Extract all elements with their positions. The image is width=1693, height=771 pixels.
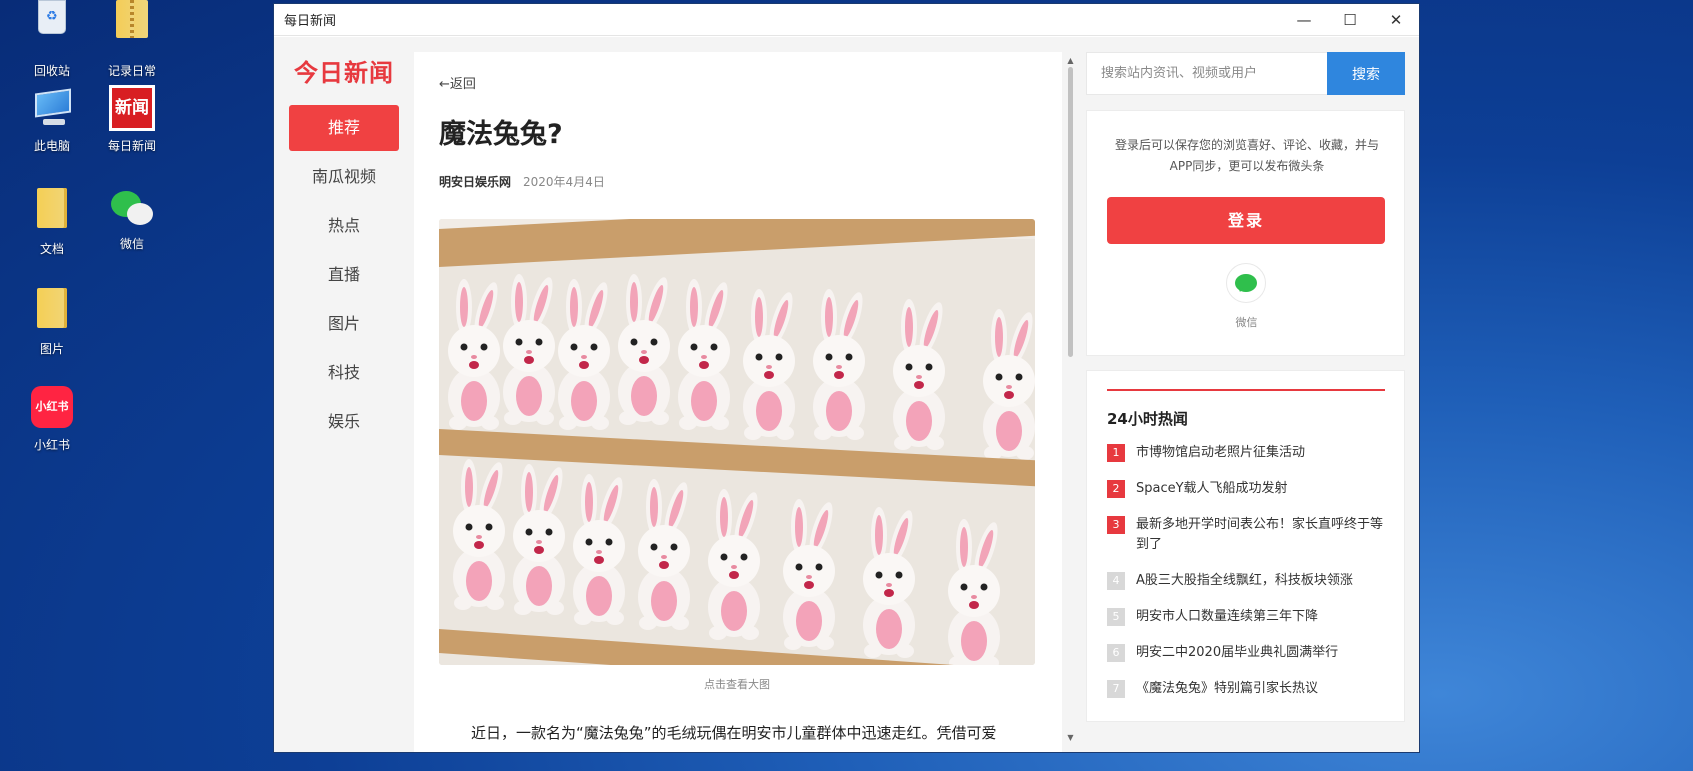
rank-badge: 6 (1107, 644, 1125, 662)
wechat-icon (1235, 274, 1257, 292)
login-description: 登录后可以保存您的浏览喜好、评论、收藏，并与APP同步，更可以发布微头条 (1114, 138, 1379, 173)
back-label: 返回 (449, 77, 476, 92)
desktop-icon-label: 图片 (39, 342, 64, 356)
news-app-icon: 新闻 (109, 85, 155, 131)
nav-item-tech[interactable]: 科技 (289, 350, 399, 396)
article-title: 魔法兔兔? (439, 119, 563, 150)
hot-news-item[interactable]: 3 最新多地开学时间表公布！家长直呼终于等到了 (1107, 515, 1387, 555)
desktop-icon-daily-news[interactable]: 新闻 每日新闻 (92, 85, 172, 154)
scroll-up-icon[interactable]: ▲ (1067, 57, 1074, 65)
desktop-icon-pictures[interactable]: 图片 (12, 285, 92, 357)
article-image[interactable] (439, 219, 1035, 665)
desktop-icon-wechat[interactable]: 微信 (92, 189, 172, 252)
divider (1107, 389, 1385, 391)
hot-news-list: 1 市博物馆启动老照片征集活动 2 SpaceY载人飞船成功发射 3 最新多地开学时间… (1107, 443, 1387, 715)
back-link[interactable]: ←返回 (439, 73, 476, 92)
hot-news-item[interactable]: 5 明安市人口数量连续第三年下降 (1107, 607, 1387, 627)
hot-news-text[interactable]: 市博物馆启动老照片征集活动 (1136, 443, 1305, 463)
hot-news-text[interactable]: 最新多地开学时间表公布！家长直呼终于等到了 (1136, 515, 1387, 555)
search-bar: 搜索 (1086, 52, 1405, 95)
article-panel: ←返回 魔法兔兔? 明安日娱乐网 2020年4月4日 点击查看大图 近日，一款名… (414, 52, 1062, 752)
desktop-icon-label: 回收站 (33, 64, 70, 78)
hot-news-item[interactable]: 7 《魔法兔兔》特别篇引家长热议 (1107, 679, 1387, 699)
hot-news-item[interactable]: 1 市博物馆启动老照片征集活动 (1107, 443, 1387, 463)
arrow-left-icon: ← (439, 77, 450, 92)
xiaohongshu-icon: 小红书 (31, 386, 73, 428)
nav-item-recommend[interactable]: 推荐 (289, 105, 399, 151)
bunny-shelf-photo (439, 219, 1035, 665)
hot-news-card: 24小时热闻 1 市博物馆启动老照片征集活动 2 SpaceY载人飞船成功发射 3最… (1086, 370, 1405, 722)
hot-news-text[interactable]: SpaceY载人飞船成功发射 (1136, 479, 1288, 499)
nav-item-entertainment[interactable]: 娱乐 (289, 399, 399, 445)
nav-item-hot[interactable]: 热点 (289, 203, 399, 249)
wechat-login-button[interactable] (1226, 263, 1266, 303)
wechat-icon (109, 189, 155, 229)
zip-folder-icon (116, 0, 148, 38)
article-meta: 明安日娱乐网 2020年4月4日 (439, 173, 605, 190)
hot-news-text[interactable]: 《魔法兔兔》特别篇引家长热议 (1136, 679, 1318, 699)
hot-news-item[interactable]: 2 SpaceY载人飞船成功发射 (1107, 479, 1387, 499)
nav-item-pictures[interactable]: 图片 (289, 301, 399, 347)
folder-icon (37, 188, 67, 228)
desktop-icon-label: 此电脑 (33, 139, 70, 153)
search-button[interactable]: 搜索 (1327, 52, 1405, 95)
search-input[interactable] (1086, 52, 1327, 95)
close-button[interactable]: ✕ (1373, 4, 1419, 36)
rank-badge: 7 (1107, 680, 1125, 698)
computer-icon (29, 85, 75, 131)
article-date: 2020年4月4日 (523, 175, 605, 189)
nav-item-live[interactable]: 直播 (289, 252, 399, 298)
recycle-bin-icon: ♻ (38, 0, 66, 34)
scroll-down-icon[interactable]: ▼ (1067, 734, 1074, 742)
hot-news-title: 24小时热闻 (1107, 410, 1188, 428)
login-button[interactable]: 登录 (1107, 197, 1385, 244)
rank-badge: 4 (1107, 572, 1125, 590)
desktop-icon-label: 微信 (119, 237, 144, 251)
folder-icon (37, 288, 67, 328)
desktop-icon-recycle-bin[interactable]: ♻ 回收站 (12, 0, 92, 79)
rank-badge: 3 (1107, 516, 1125, 534)
rank-badge: 1 (1107, 444, 1125, 462)
window-title: 每日新闻 (284, 14, 337, 29)
desktop-icon-label: 小红书 (33, 438, 70, 452)
rank-badge: 5 (1107, 608, 1125, 626)
title-bar[interactable]: 每日新闻 — ☐ ✕ (274, 4, 1419, 36)
desktop-icon-journal[interactable]: 记录日常 (92, 0, 172, 79)
nav-item-video[interactable]: 南瓜视频 (289, 154, 399, 200)
article-scrollbar[interactable]: ▲ ▼ (1067, 57, 1074, 742)
article-paragraph: 近日，一款名为“魔法兔兔”的毛绒玩偶在明安市儿童群体中迅速走红。凭借可爱 (471, 724, 997, 742)
image-caption[interactable]: 点击查看大图 (439, 676, 1035, 692)
left-nav: 今日新闻 推荐 南瓜视频 热点 直播 图片 科技 娱乐 (274, 37, 414, 752)
desktop-icon-label: 文档 (39, 242, 64, 256)
scrollbar-thumb[interactable] (1068, 67, 1073, 357)
app-window: 每日新闻 — ☐ ✕ 今日新闻 推荐 南瓜视频 热点 直播 图片 科技 娱乐 ←… (274, 4, 1419, 752)
desktop-icon-documents[interactable]: 文档 (12, 185, 92, 257)
wechat-login-label: 微信 (1235, 316, 1258, 329)
hot-news-text[interactable]: 明安市人口数量连续第三年下降 (1136, 607, 1318, 627)
desktop-icon-label: 记录日常 (107, 64, 156, 78)
desktop-icon-this-pc[interactable]: 此电脑 (12, 85, 92, 154)
brand-logo[interactable]: 今日新闻 (274, 53, 414, 88)
hot-news-item[interactable]: 4 A股三大股指全线飘红，科技板块领涨 (1107, 571, 1387, 591)
desktop-icon-label: 每日新闻 (107, 139, 156, 153)
app-content: 今日新闻 推荐 南瓜视频 热点 直播 图片 科技 娱乐 ←返回 魔法兔兔? 明安… (274, 37, 1419, 752)
desktop-icon-xiaohongshu[interactable]: 小红书 小红书 (12, 386, 92, 453)
article-source[interactable]: 明安日娱乐网 (439, 175, 511, 189)
hot-news-item[interactable]: 6 明安二中2020届毕业典礼圆满举行 (1107, 643, 1387, 663)
hot-news-text[interactable]: 明安二中2020届毕业典礼圆满举行 (1136, 643, 1338, 663)
hot-news-text[interactable]: A股三大股指全线飘红，科技板块领涨 (1136, 571, 1353, 591)
login-card: 登录后可以保存您的浏览喜好、评论、收藏，并与APP同步，更可以发布微头条 登录 … (1086, 110, 1405, 356)
rank-badge: 2 (1107, 480, 1125, 498)
maximize-button[interactable]: ☐ (1327, 4, 1373, 36)
minimize-button[interactable]: — (1281, 4, 1327, 36)
